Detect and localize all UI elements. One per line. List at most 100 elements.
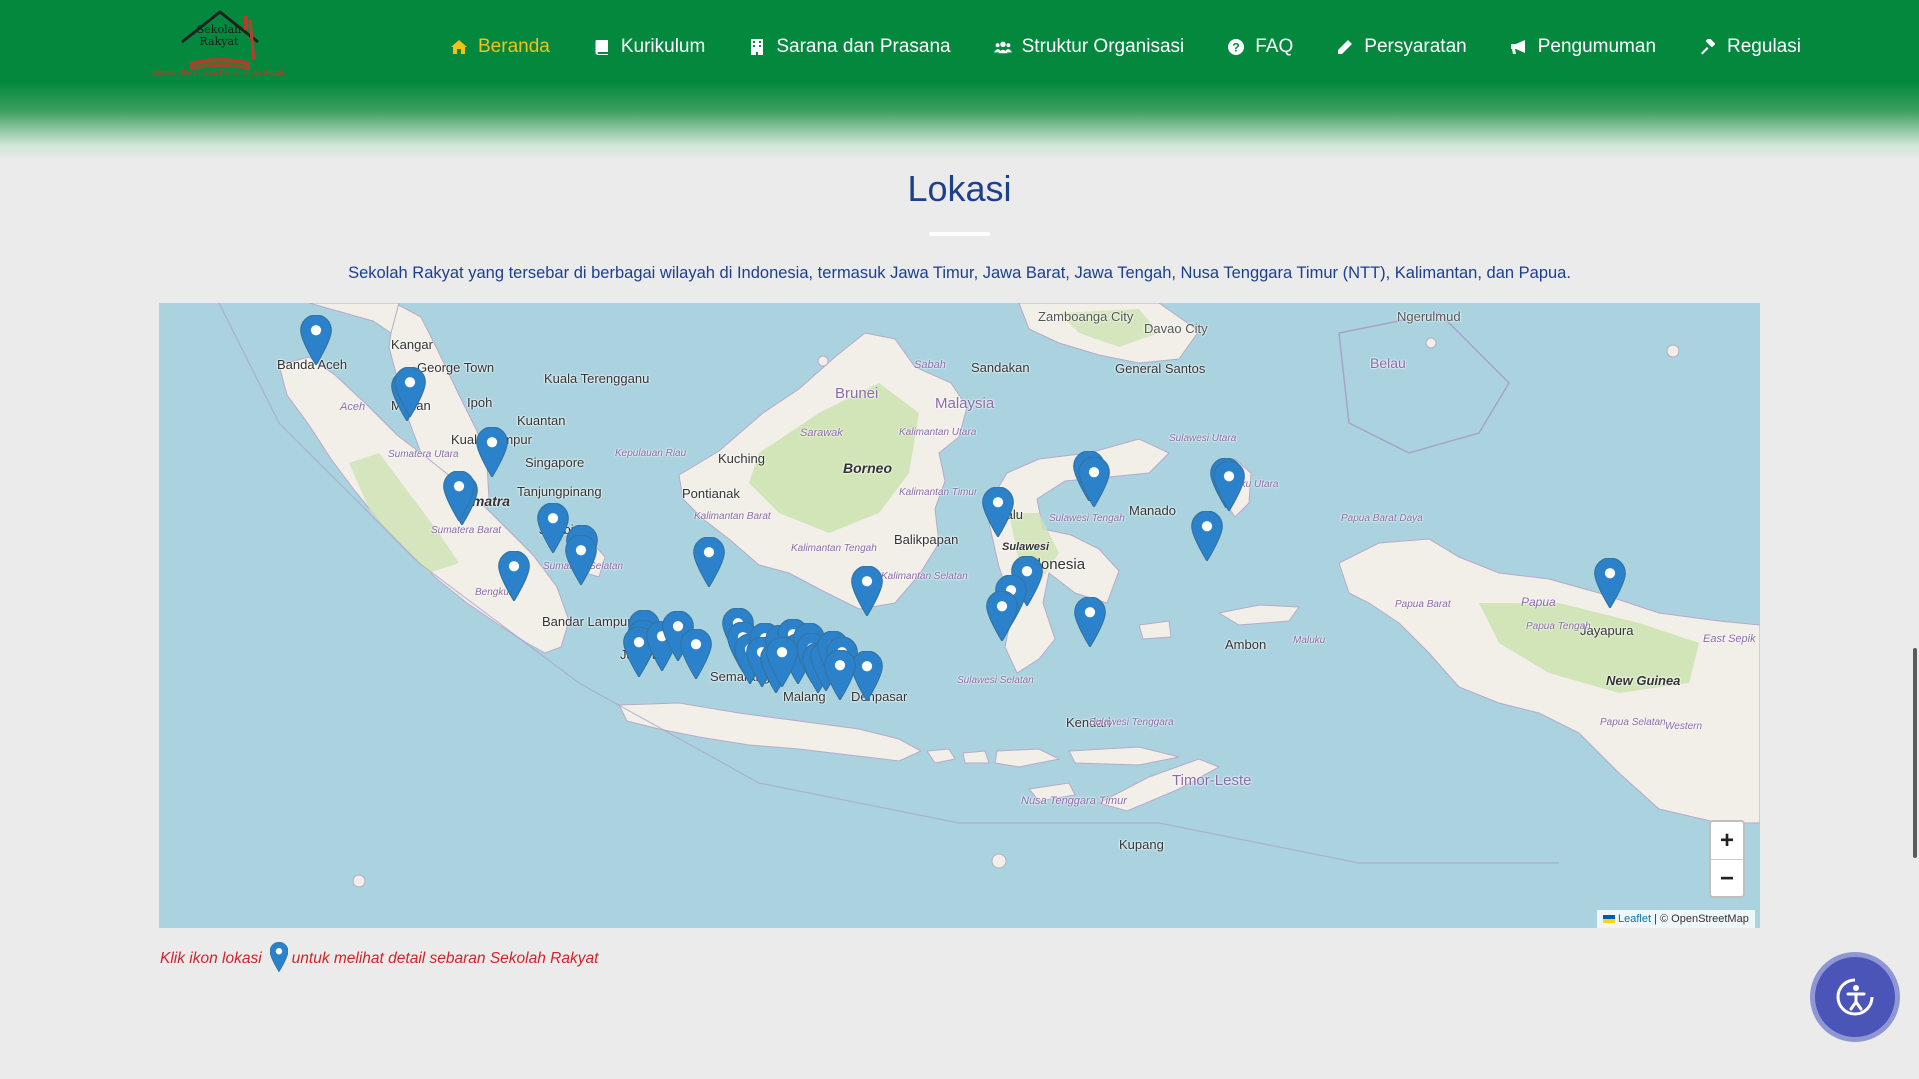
land-new-guinea xyxy=(1338,538,1760,824)
map-label: George Town xyxy=(417,360,495,375)
map-label: Maluku xyxy=(1293,635,1326,646)
location-marker[interactable] xyxy=(498,550,530,603)
page-scrollbar[interactable] xyxy=(1913,648,1917,858)
map-label: Western xyxy=(1665,721,1703,732)
main-nav: Beranda Kurikulum Sarana dan Prasana Str… xyxy=(450,30,1801,64)
map-label: Kuching xyxy=(718,451,765,466)
note-text-before: Klik ikon lokasi xyxy=(160,950,262,967)
map-label: Belau xyxy=(1370,355,1406,371)
map-label: Pontianak xyxy=(682,486,740,501)
map-label: Sumatera Barat xyxy=(431,525,502,536)
map-label: Malaysia xyxy=(935,395,995,412)
map-label: Kuala Terengganu xyxy=(544,371,650,386)
eez-boundary xyxy=(1338,312,1510,454)
logo-tagline: Sekolah Berasrama Kementerian Sosial xyxy=(152,70,284,77)
nav-item-faq[interactable]: ? FAQ xyxy=(1227,36,1293,58)
map-label: Tanjungpinang xyxy=(517,484,602,499)
osm-attribution: | © OpenStreetMap xyxy=(1654,913,1749,925)
nav-label: FAQ xyxy=(1255,36,1294,57)
map-label: Manado xyxy=(1129,503,1176,518)
nav-label: Pengumuman xyxy=(1537,36,1657,57)
nav-item-sarana[interactable]: Sarana dan Prasana xyxy=(748,36,951,58)
nav-item-pengumuman[interactable]: Pengumuman xyxy=(1510,36,1656,58)
nav-item-kurikulum[interactable]: Kurikulum xyxy=(593,36,705,58)
land-lesser-sunda xyxy=(926,746,1180,768)
map-label: Sandakan xyxy=(971,360,1030,375)
nav-label: Regulasi xyxy=(1727,36,1801,57)
map-label: Papua xyxy=(1521,595,1556,609)
map-label: New Guinea xyxy=(1606,673,1681,688)
map-label: Borneo xyxy=(843,460,892,476)
map-label: Kalimantan Barat xyxy=(694,511,771,522)
nav-label: Kurikulum xyxy=(620,36,706,57)
nav-item-struktur[interactable]: Struktur Organisasi xyxy=(993,36,1185,58)
nav-item-beranda[interactable]: Beranda xyxy=(450,36,550,58)
location-marker[interactable] xyxy=(693,536,725,589)
map-label: Balikpapan xyxy=(894,532,959,547)
location-marker[interactable] xyxy=(394,366,426,419)
zoom-out-button[interactable]: − xyxy=(1711,860,1743,897)
location-marker[interactable] xyxy=(443,470,475,523)
megaphone-icon xyxy=(1510,38,1528,56)
nav-item-persyaratan[interactable]: Persyaratan xyxy=(1336,36,1467,58)
location-marker[interactable] xyxy=(982,486,1014,539)
land-java xyxy=(618,702,923,762)
location-marker[interactable] xyxy=(851,565,883,618)
location-marker[interactable] xyxy=(1078,456,1110,509)
map-label: Brunei xyxy=(835,385,879,402)
location-marker[interactable] xyxy=(680,628,712,681)
book-icon xyxy=(593,38,611,56)
location-marker[interactable] xyxy=(1213,460,1245,513)
map-label: Sabah xyxy=(914,359,946,371)
map-label: Timor-Leste xyxy=(1172,772,1252,789)
map-pin-icon xyxy=(269,941,289,977)
location-marker[interactable] xyxy=(986,590,1018,643)
location-marker[interactable] xyxy=(1594,557,1626,610)
map-label: Papua Tengah xyxy=(1526,621,1591,632)
nav-item-regulasi[interactable]: Regulasi xyxy=(1699,36,1801,58)
map-label: Kalimantan Selatan xyxy=(881,571,968,582)
map-label: Sarawak xyxy=(800,427,843,439)
map-label: Kepulauan Riau xyxy=(615,448,687,459)
logo-title: Sekolah Rakyat xyxy=(196,23,242,48)
site-logo[interactable]: Sekolah Rakyat Sekolah Berasrama Kementer… xyxy=(142,8,294,86)
location-marker[interactable] xyxy=(565,534,597,587)
map-label: Kalimantan Tengah xyxy=(791,543,877,554)
map-label: Ambon xyxy=(1225,637,1267,652)
map-label: Sumatera Utara xyxy=(388,449,459,460)
zoom-in-button[interactable]: + xyxy=(1711,822,1743,860)
location-marker[interactable] xyxy=(1191,510,1223,563)
map-attribution: Leaflet | © OpenStreetMap xyxy=(1597,910,1755,928)
map-label: Papua Barat Daya xyxy=(1341,513,1423,524)
location-map[interactable]: Zamboanga City Davao City Ngerulmud Kangar G… xyxy=(159,303,1760,928)
location-marker[interactable] xyxy=(300,314,332,367)
location-marker[interactable] xyxy=(824,649,856,702)
map-label: Zamboanga City xyxy=(1038,309,1134,324)
title-divider xyxy=(929,232,990,236)
users-icon xyxy=(993,38,1012,56)
accessibility-button[interactable] xyxy=(1810,952,1900,1042)
map-label: Nusa Tenggara Timur xyxy=(1021,795,1127,807)
leaflet-link[interactable]: Leaflet xyxy=(1618,913,1651,925)
location-marker[interactable] xyxy=(476,426,508,479)
map-label: East Sepik xyxy=(1703,633,1756,645)
map-label: Kalimantan Utara xyxy=(899,427,977,438)
note-text-after: untuk melihat detail sebaran Sekolah Rak… xyxy=(291,950,599,967)
map-label: Davao City xyxy=(1144,321,1208,336)
header-bar: Sekolah Rakyat Sekolah Berasrama Kementer… xyxy=(0,0,1919,160)
question-circle-icon: ? xyxy=(1227,38,1245,56)
nav-label: Beranda xyxy=(478,36,550,57)
nav-label: Struktur Organisasi xyxy=(1021,36,1185,57)
map-label: Papua Selatan xyxy=(1600,717,1666,728)
pencil-icon xyxy=(1336,38,1354,56)
svg-text:?: ? xyxy=(1233,41,1240,55)
map-label: Sulawesi Selatan xyxy=(957,675,1034,686)
nav-label: Persyaratan xyxy=(1364,36,1467,57)
location-marker[interactable] xyxy=(1074,596,1106,649)
location-marker[interactable] xyxy=(766,636,798,689)
zoom-control: + − xyxy=(1709,820,1745,898)
gavel-icon xyxy=(1699,38,1717,56)
map-label: Sulawesi Tenggara xyxy=(1089,717,1174,728)
map-label: Sulawesi xyxy=(1002,541,1050,553)
nav-label: Sarana dan Prasana xyxy=(776,36,951,57)
